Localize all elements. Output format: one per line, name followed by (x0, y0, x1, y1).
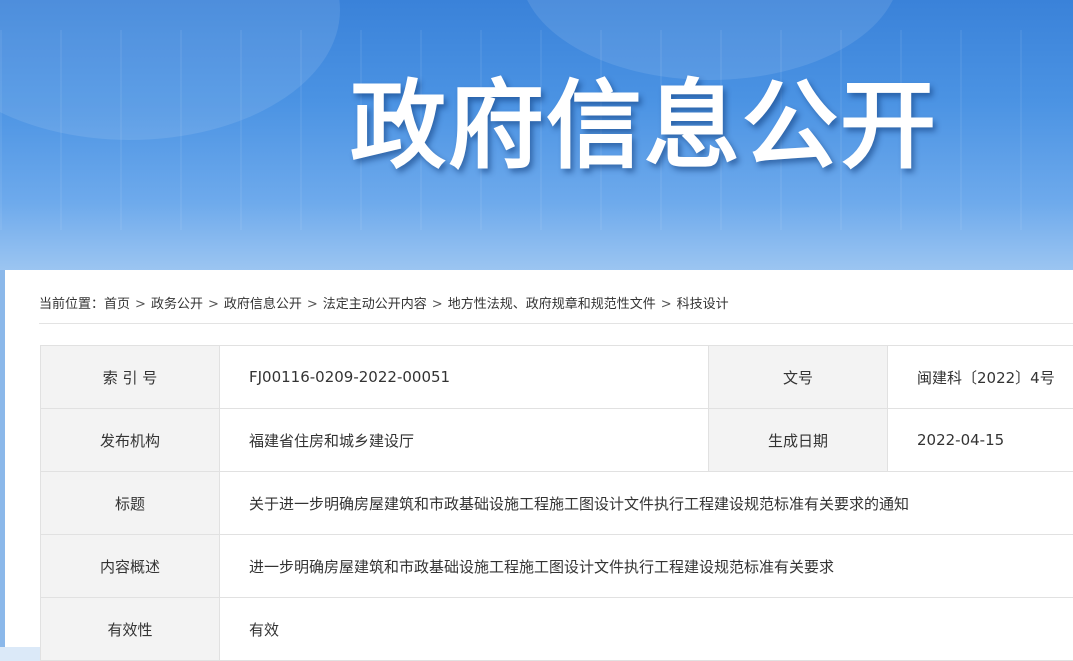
table-row: 发布机构 福建省住房和城乡建设厅 生成日期 2022-04-15 (41, 409, 1073, 472)
banner-title: 政府信息公开 (350, 48, 938, 187)
breadcrumb-item-home[interactable]: 首页 (104, 297, 130, 312)
table-row: 标题 关于进一步明确房屋建筑和市政基础设施工程施工图设计文件执行工程建设规范标准… (41, 472, 1073, 535)
header-banner: 政府信息公开 (0, 0, 1073, 290)
summary-label: 内容概述 (41, 535, 220, 598)
summary-value: 进一步明确房屋建筑和市政基础设施工程施工图设计文件执行工程建设规范标准有关要求 (220, 535, 1073, 598)
breadcrumb-item-regulations[interactable]: 地方性法规、政府规章和规范性文件 (448, 297, 656, 312)
breadcrumb-divider (39, 323, 1073, 324)
breadcrumb-separator: > (661, 297, 672, 312)
info-table: 索 引 号 FJ00116-0209-2022-00051 文号 闽建科〔202… (40, 345, 1073, 661)
breadcrumb-separator: > (307, 297, 318, 312)
title-value: 关于进一步明确房屋建筑和市政基础设施工程施工图设计文件执行工程建设规范标准有关要… (220, 472, 1073, 535)
breadcrumb: 当前位置：首页 > 政务公开 > 政府信息公开 > 法定主动公开内容 > 地方性法规、政府规章和… (39, 293, 729, 312)
breadcrumb-prefix: 当前位置： (39, 297, 104, 312)
table-row: 有效性 有效 (41, 598, 1073, 661)
content-panel: 当前位置：首页 > 政务公开 > 政府信息公开 > 法定主动公开内容 > 地方性法规、政府规章和… (5, 270, 1073, 647)
index-number-value: FJ00116-0209-2022-00051 (220, 346, 709, 409)
document-number-label: 文号 (709, 346, 888, 409)
generation-date-label: 生成日期 (709, 409, 888, 472)
document-number-value: 闽建科〔2022〕4号 (888, 346, 1073, 409)
breadcrumb-separator: > (432, 297, 443, 312)
publisher-value: 福建省住房和城乡建设厅 (220, 409, 709, 472)
index-number-label: 索 引 号 (41, 346, 220, 409)
table-row: 内容概述 进一步明确房屋建筑和市政基础设施工程施工图设计文件执行工程建设规范标准… (41, 535, 1073, 598)
breadcrumb-separator: > (135, 297, 146, 312)
title-label: 标题 (41, 472, 220, 535)
validity-value: 有效 (220, 598, 1073, 661)
breadcrumb-item-statutory-content[interactable]: 法定主动公开内容 (323, 297, 427, 312)
breadcrumb-item-info-disclosure[interactable]: 政府信息公开 (224, 297, 302, 312)
breadcrumb-item-gov-affairs[interactable]: 政务公开 (151, 297, 203, 312)
generation-date-value: 2022-04-15 (888, 409, 1073, 472)
validity-label: 有效性 (41, 598, 220, 661)
breadcrumb-separator: > (208, 297, 219, 312)
publisher-label: 发布机构 (41, 409, 220, 472)
table-row: 索 引 号 FJ00116-0209-2022-00051 文号 闽建科〔202… (41, 346, 1073, 409)
breadcrumb-item-tech-design[interactable]: 科技设计 (677, 297, 729, 312)
